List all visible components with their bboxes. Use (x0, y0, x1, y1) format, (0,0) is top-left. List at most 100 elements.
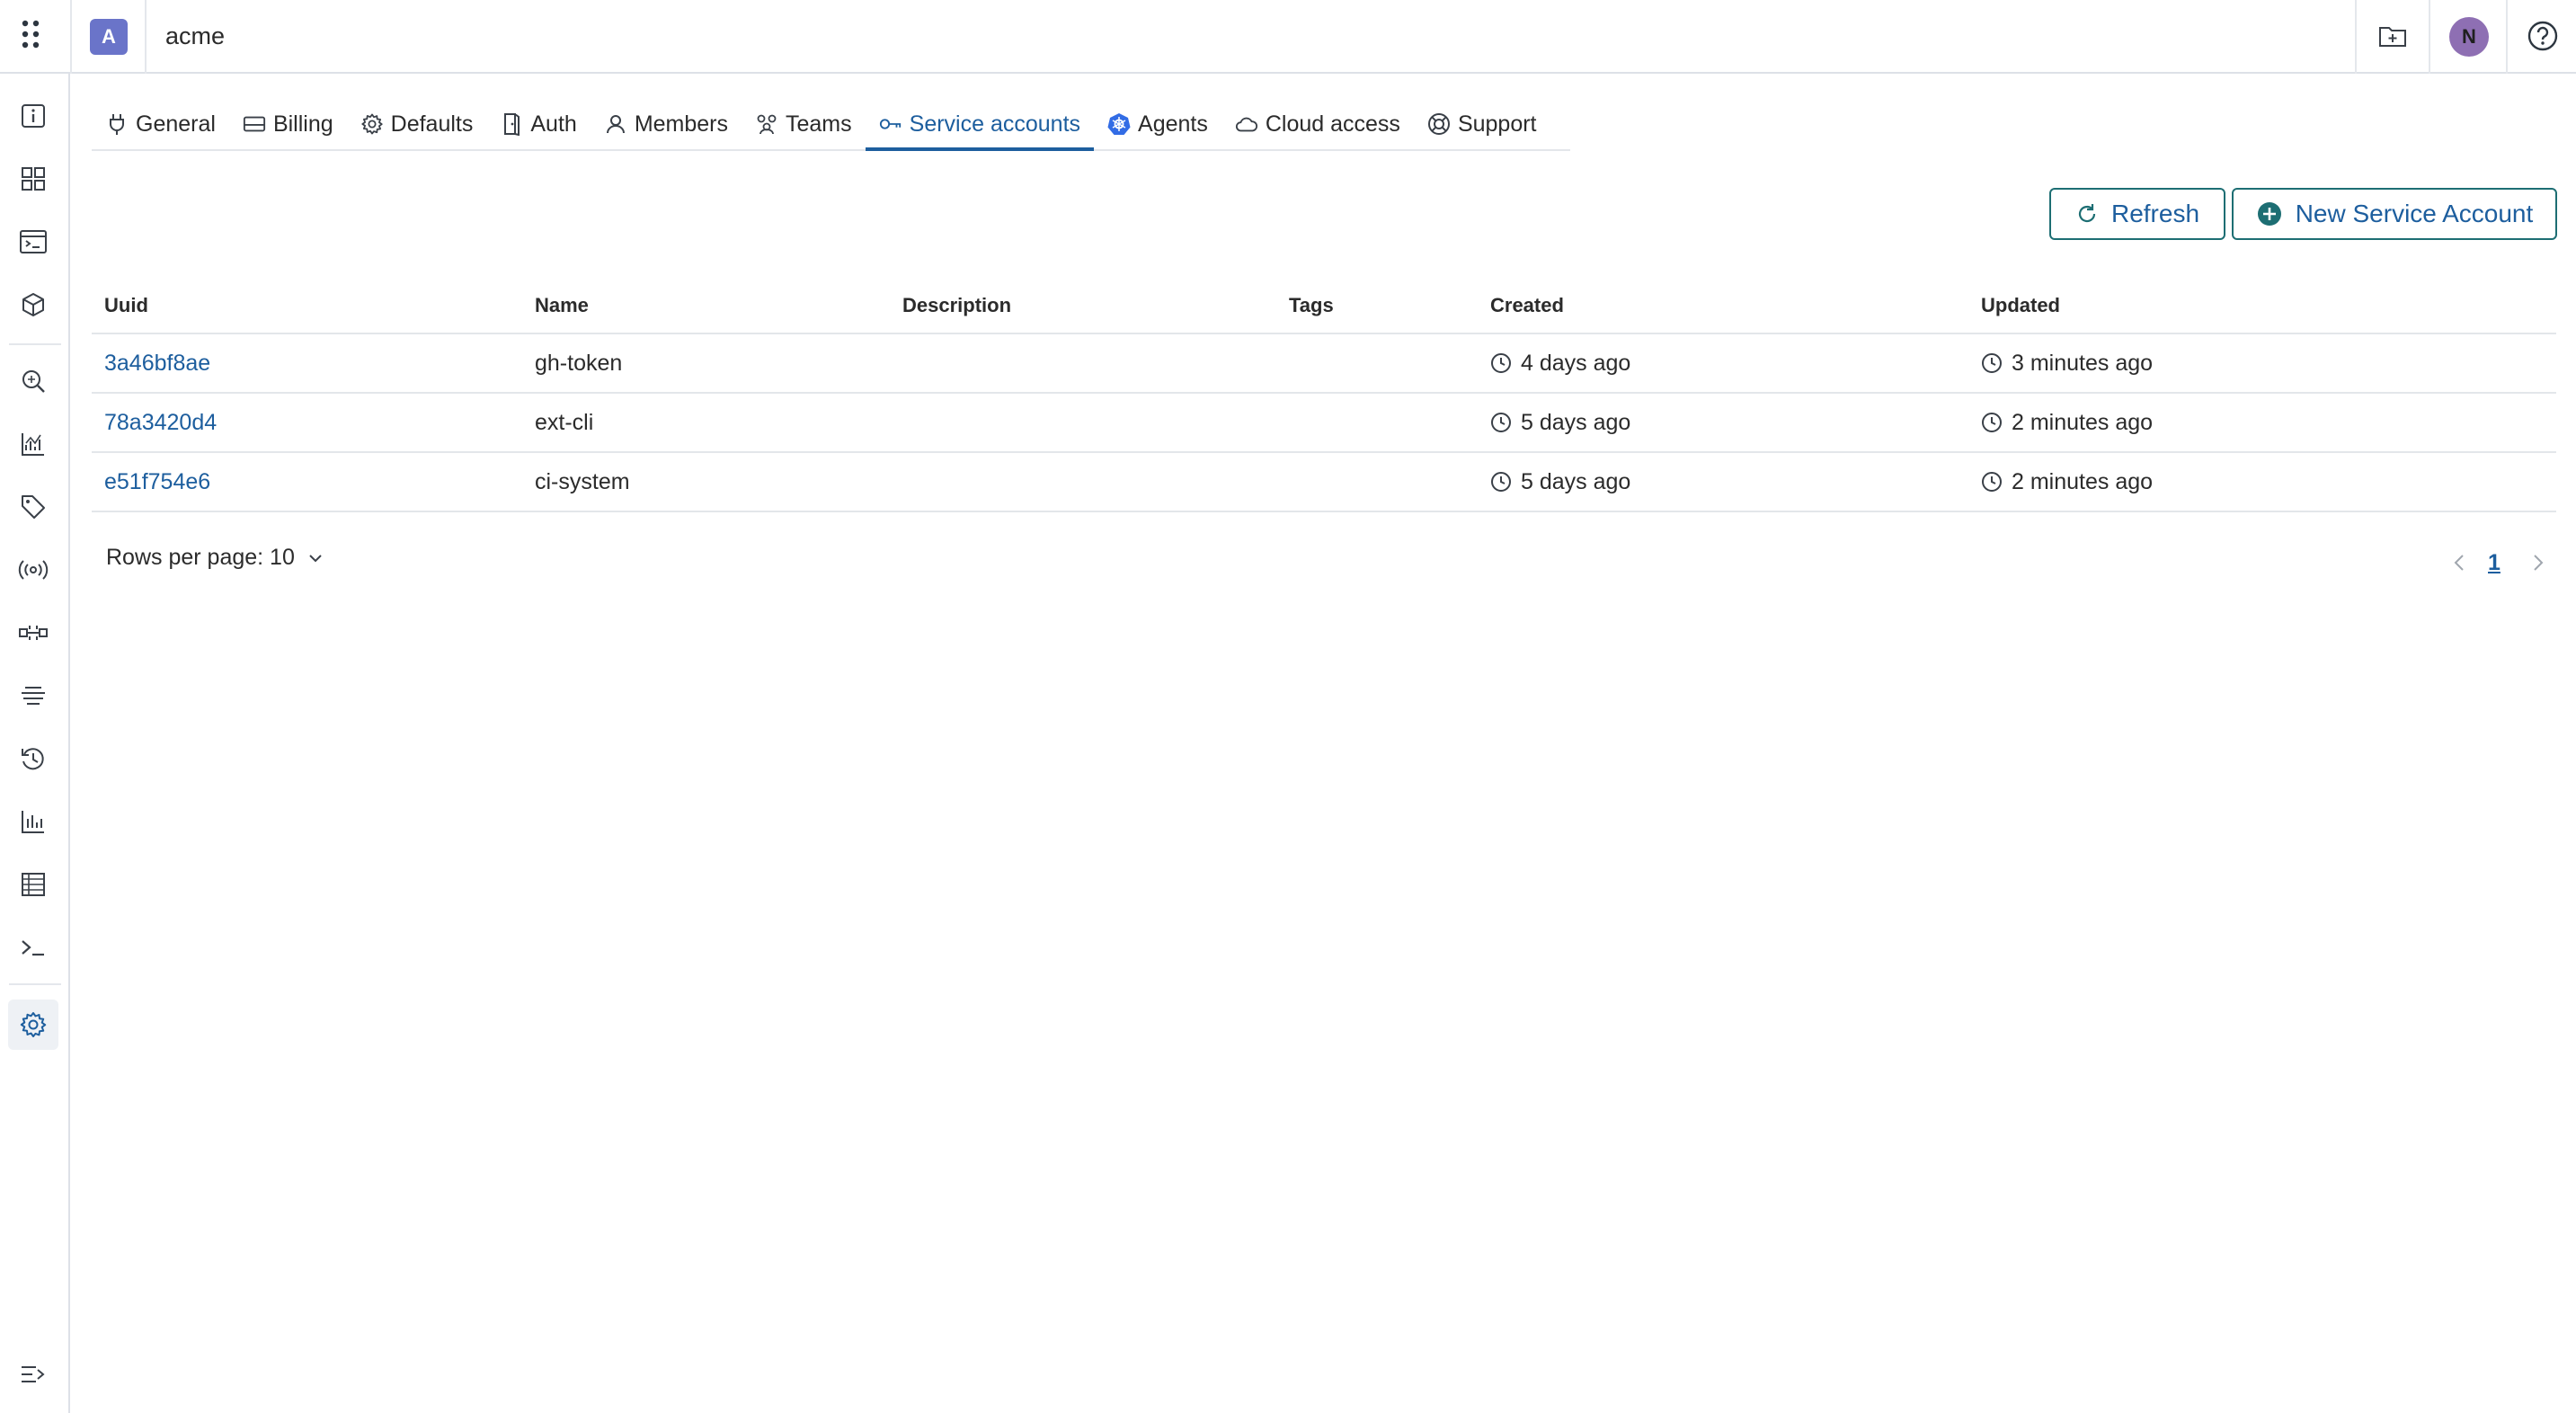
user-avatar[interactable]: N (2449, 17, 2489, 57)
column-header-description[interactable]: Description (902, 279, 1011, 333)
uuid-link[interactable]: 78a3420d4 (104, 394, 217, 451)
column-header-name[interactable]: Name (535, 279, 589, 333)
clock-icon (1490, 352, 1512, 374)
plus-circle-icon (2256, 200, 2283, 227)
updated-time: 3 minutes ago (2012, 350, 2154, 376)
uuid-link[interactable]: 3a46bf8ae (104, 334, 210, 392)
updated-time: 2 minutes ago (2012, 468, 2154, 494)
filter-lines-icon[interactable] (15, 678, 51, 714)
person-icon (604, 112, 627, 136)
table-row[interactable]: 3a46bf8ae gh-token 4 days ago 3 minutes … (92, 334, 2556, 394)
new-service-account-button[interactable]: New Service Account (2232, 188, 2557, 240)
tab-teams[interactable]: Teams (742, 99, 866, 149)
refresh-label: Refresh (2110, 200, 2200, 227)
kubernetes-icon (1107, 112, 1131, 136)
sidebar-separator (9, 983, 61, 985)
updated-cell: 2 minutes ago (1981, 394, 2153, 451)
tab-label: Auth (530, 111, 577, 137)
tab-billing[interactable]: Billing (229, 99, 347, 149)
updated-cell: 2 minutes ago (1981, 453, 2153, 511)
rows-per-page-select[interactable]: Rows per page: 10 (106, 545, 324, 571)
clock-icon (1490, 412, 1512, 433)
org-avatar[interactable]: A (90, 19, 128, 55)
bar-chart-icon[interactable] (15, 804, 51, 840)
updated-cell: 3 minutes ago (1981, 334, 2153, 392)
tab-members[interactable]: Members (591, 99, 742, 149)
chevron-down-icon (307, 553, 324, 564)
tab-label: Teams (786, 111, 852, 137)
door-icon (500, 112, 523, 136)
column-header-created[interactable]: Created (1490, 279, 1564, 333)
org-name[interactable]: acme (165, 20, 225, 52)
tab-label: Defaults (390, 111, 474, 137)
settings-gear-icon[interactable] (8, 1000, 58, 1050)
table-row[interactable]: e51f754e6 ci-system 5 days ago 2 minutes… (92, 453, 2556, 512)
clock-icon (1981, 471, 2003, 493)
analytics-icon[interactable] (15, 426, 51, 462)
key-icon (879, 112, 902, 136)
created-cell: 5 days ago (1490, 453, 1630, 511)
tab-general[interactable]: General (92, 99, 229, 149)
help-icon[interactable] (2525, 18, 2561, 54)
sidebar (0, 74, 70, 1413)
folder-add-icon[interactable] (2375, 18, 2411, 54)
info-icon[interactable] (15, 98, 51, 134)
tab-label: Agents (1138, 111, 1208, 137)
tab-label: General (136, 111, 216, 137)
rows-per-page-label: Rows per page: 10 (106, 545, 295, 570)
dashboard-grid-icon[interactable] (15, 161, 51, 197)
tab-label: Cloud access (1265, 111, 1400, 137)
tag-icon[interactable] (15, 489, 51, 525)
table-list-icon[interactable] (15, 866, 51, 902)
search-icon[interactable] (15, 363, 51, 399)
chevron-left-icon[interactable] (2450, 545, 2468, 581)
account-name: ext-cli (535, 409, 594, 435)
broadcast-icon[interactable] (15, 552, 51, 588)
created-cell: 4 days ago (1490, 334, 1630, 392)
divider (70, 0, 72, 74)
chevron-right-icon[interactable] (2529, 545, 2547, 581)
divider (2355, 0, 2357, 74)
refresh-button[interactable]: Refresh (2049, 188, 2225, 240)
cloud-icon (1235, 112, 1258, 136)
plug-icon (105, 112, 129, 136)
page-number-current[interactable]: 1 (2488, 545, 2500, 581)
shell-prompt-icon[interactable] (15, 929, 51, 965)
terminal-window-icon[interactable] (15, 224, 51, 260)
divider (2506, 0, 2508, 74)
gear-icon (360, 112, 384, 136)
column-header-tags[interactable]: Tags (1289, 279, 1334, 333)
pipeline-icon[interactable] (15, 615, 51, 651)
new-service-account-label: New Service Account (2295, 200, 2534, 227)
tab-support[interactable]: Support (1414, 99, 1550, 149)
tab-label: Billing (272, 111, 333, 137)
tab-agents[interactable]: Agents (1094, 99, 1221, 149)
column-header-updated[interactable]: Updated (1981, 279, 2060, 333)
column-header-uuid[interactable]: Uuid (104, 279, 148, 333)
uuid-link[interactable]: e51f754e6 (104, 453, 210, 511)
refresh-icon (2075, 202, 2099, 226)
history-icon[interactable] (15, 741, 51, 777)
created-time: 4 days ago (1521, 350, 1631, 376)
tab-label: Members (634, 111, 728, 137)
service-accounts-table: Uuid Name Description Tags Created Updat… (92, 279, 2556, 512)
created-time: 5 days ago (1521, 409, 1631, 435)
clock-icon (1981, 412, 2003, 433)
created-cell: 5 days ago (1490, 394, 1630, 451)
team-icon (755, 112, 778, 136)
apps-grid-icon[interactable] (18, 19, 49, 55)
collapse-sidebar-icon[interactable] (15, 1356, 51, 1392)
divider (145, 0, 147, 74)
box-icon[interactable] (15, 287, 51, 323)
lifebuoy-icon (1427, 112, 1451, 136)
updated-time: 2 minutes ago (2012, 409, 2154, 435)
tab-cloud-access[interactable]: Cloud access (1221, 99, 1414, 149)
tab-label: Service accounts (909, 111, 1081, 137)
table-row[interactable]: 78a3420d4 ext-cli 5 days ago 2 minutes a… (92, 394, 2556, 453)
divider (2429, 0, 2430, 74)
tab-defaults[interactable]: Defaults (347, 99, 487, 149)
top-bar: A acme N (0, 0, 2576, 74)
account-name: gh-token (535, 350, 623, 376)
tab-auth[interactable]: Auth (486, 99, 590, 149)
tab-service-accounts[interactable]: Service accounts (865, 99, 1095, 151)
